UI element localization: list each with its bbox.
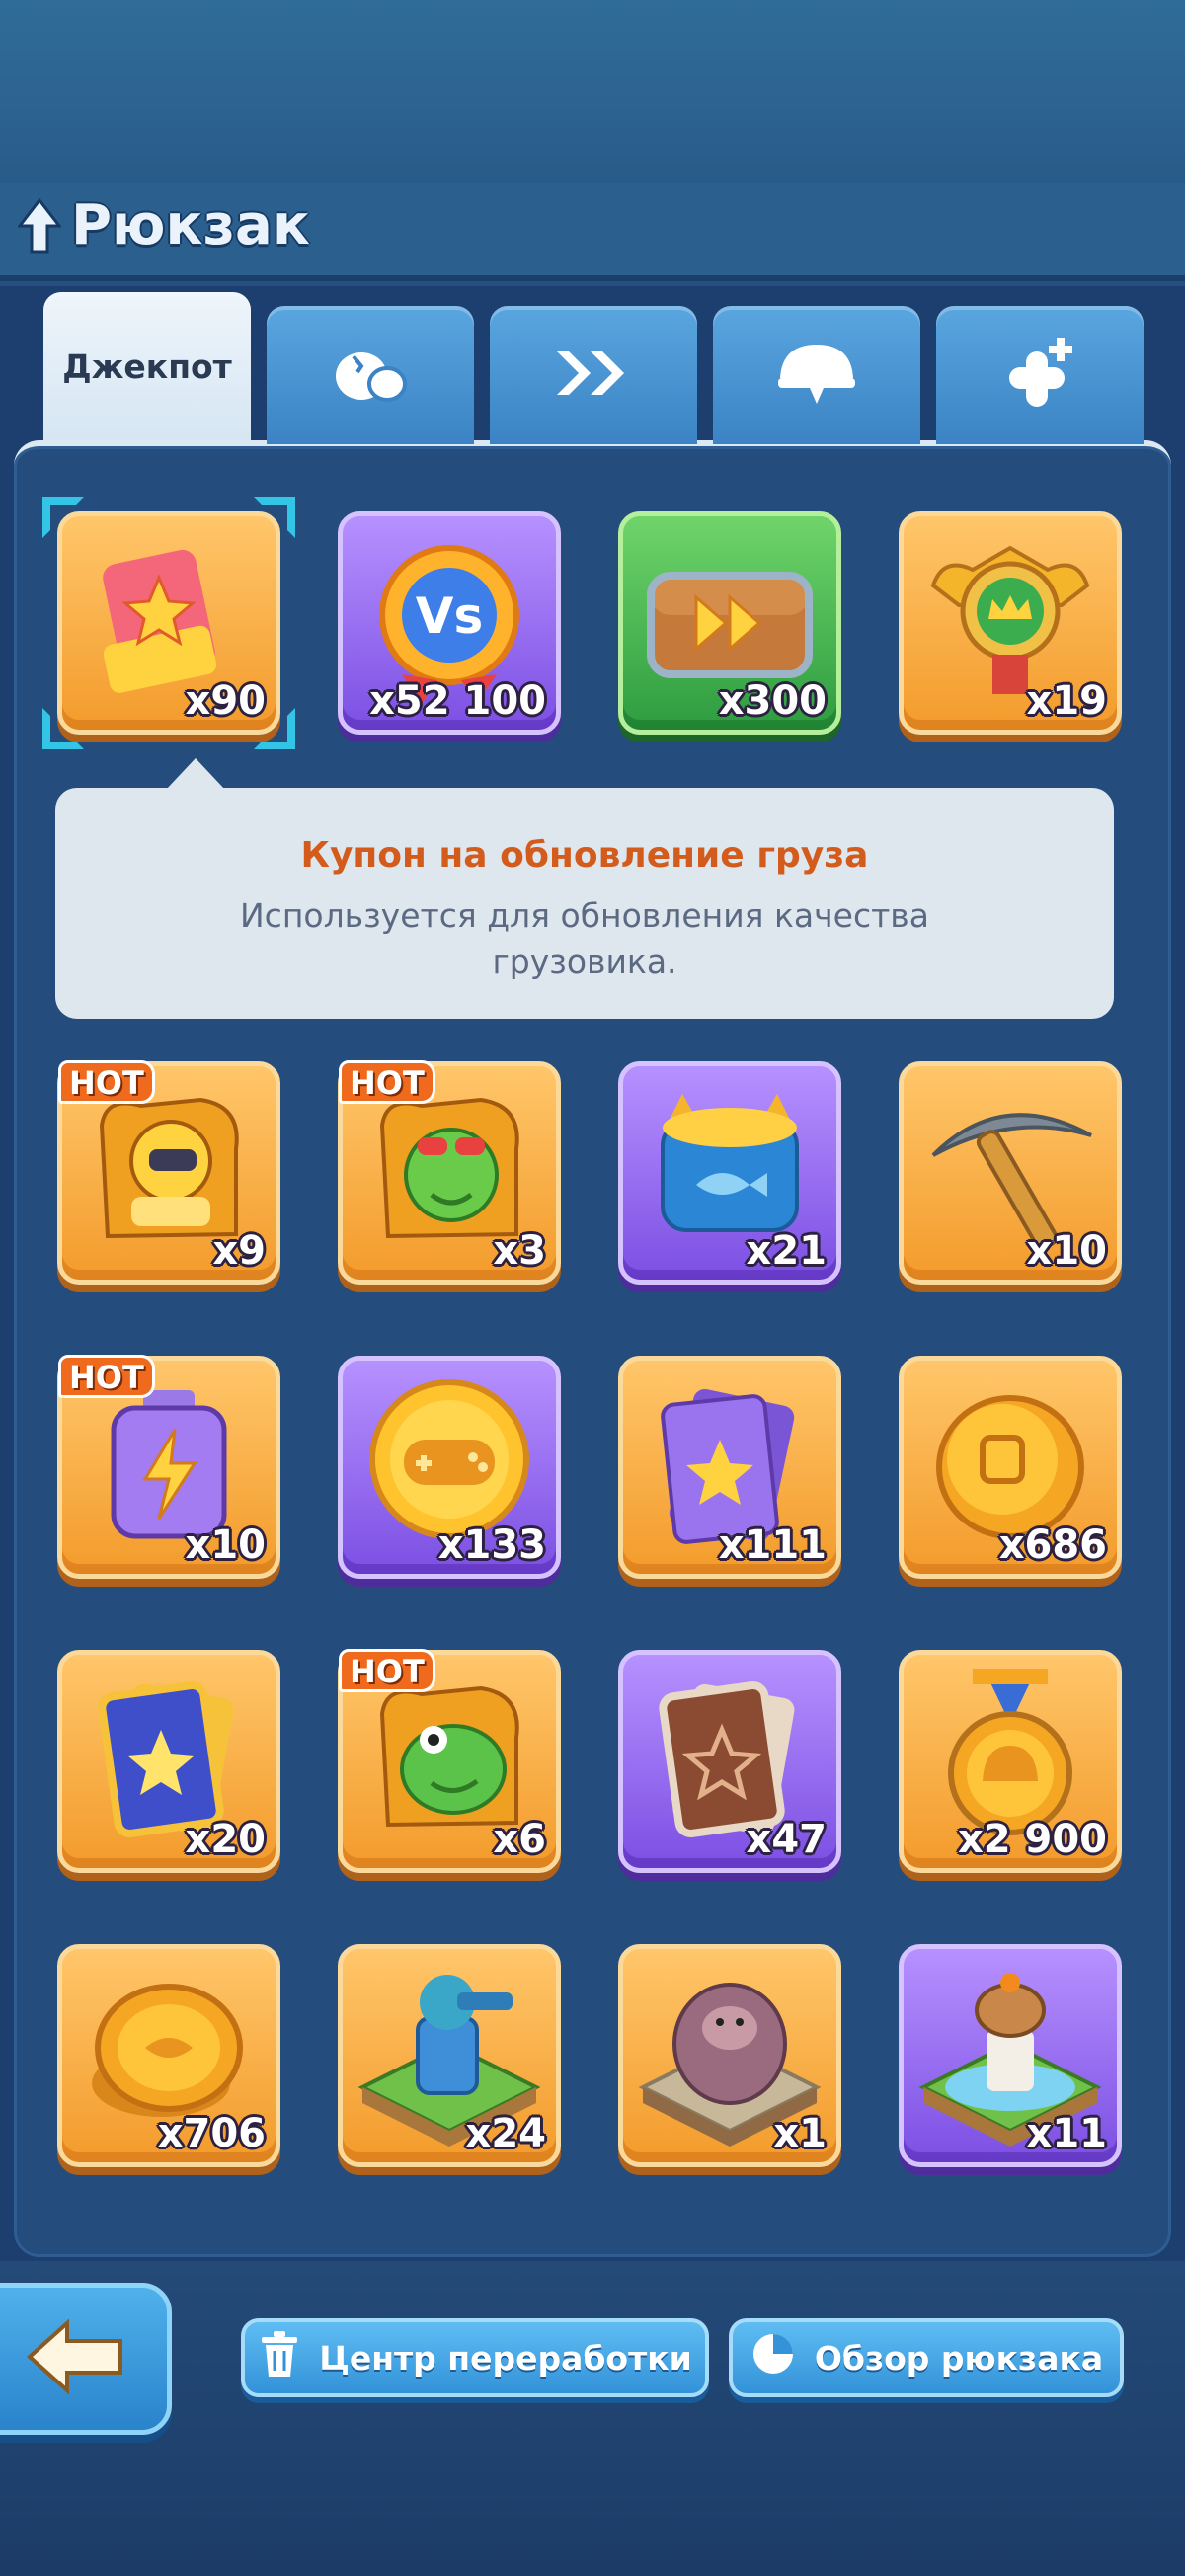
tab-healing[interactable] bbox=[936, 306, 1144, 444]
recycle-center-label: Центр переработки bbox=[319, 2338, 692, 2378]
item-count: x24 bbox=[465, 2111, 546, 2156]
tab-eggs[interactable] bbox=[267, 306, 474, 444]
item-count: x6 bbox=[493, 1817, 546, 1862]
item-count: x10 bbox=[1026, 1228, 1107, 1274]
backpack-overview-label: Обзор рюкзака bbox=[814, 2338, 1104, 2378]
item-slot[interactable]: HOT x6 bbox=[338, 1649, 561, 1873]
item-slot[interactable]: x19 bbox=[899, 511, 1122, 735]
footer-bar bbox=[0, 2261, 1185, 2576]
item-slot[interactable]: x24 bbox=[338, 1944, 561, 2167]
item-count: x9 bbox=[212, 1228, 266, 1274]
selection-corner bbox=[42, 708, 84, 749]
tooltip-description: Используется для обновления качества гру… bbox=[240, 897, 929, 980]
backpack-overview-button[interactable]: Обзор рюкзака bbox=[729, 2318, 1124, 2397]
item-slot[interactable]: HOT x9 bbox=[57, 1060, 280, 1285]
back-arrow-icon bbox=[22, 2317, 130, 2400]
item-slot[interactable]: x300 bbox=[618, 511, 841, 735]
item-count: x133 bbox=[437, 1522, 546, 1568]
item-slot[interactable]: x111 bbox=[618, 1356, 841, 1579]
item-row: x90 Vs x52 100 x300 x19 bbox=[42, 497, 1122, 749]
item-slot[interactable]: HOT x3 bbox=[338, 1060, 561, 1285]
item-slot[interactable]: x133 bbox=[338, 1356, 561, 1579]
tab-jackpot-label: Джекпот bbox=[62, 347, 232, 386]
item-count: x686 bbox=[998, 1522, 1107, 1568]
selection-corner bbox=[254, 708, 295, 749]
item-count: x706 bbox=[157, 2111, 266, 2156]
item-row: x20 HOT x6 x47 x2 900 bbox=[57, 1649, 1122, 1873]
item-slot[interactable]: HOT x10 bbox=[57, 1355, 280, 1579]
item-count: x3 bbox=[493, 1228, 546, 1274]
up-arrow-icon bbox=[18, 197, 61, 254]
page-title: Рюкзак bbox=[71, 194, 310, 258]
item-count: x111 bbox=[718, 1522, 827, 1568]
recycle-center-button[interactable]: Центр переработки bbox=[241, 2318, 709, 2397]
item-count: x20 bbox=[185, 1817, 266, 1862]
item-count: x10 bbox=[185, 1522, 266, 1568]
bandage-plus-icon bbox=[995, 334, 1084, 417]
item-slot[interactable]: x47 bbox=[618, 1650, 841, 1873]
page-header: Рюкзак bbox=[18, 194, 310, 258]
item-slot[interactable]: x706 bbox=[57, 1944, 280, 2167]
item-count: x1 bbox=[773, 2111, 827, 2156]
item-tooltip: Купон на обновление груза Используется д… bbox=[55, 758, 1114, 1019]
item-row: HOT x10 x133 x111 x686 bbox=[57, 1355, 1122, 1579]
pie-chart-icon bbox=[750, 2330, 797, 2385]
hot-badge: HOT bbox=[58, 1060, 155, 1104]
svg-text:Vs: Vs bbox=[416, 587, 483, 645]
egg-icon bbox=[326, 339, 415, 412]
speed-up-icon bbox=[549, 344, 638, 407]
item-slot[interactable]: x90 bbox=[42, 497, 295, 749]
item-count: x2 900 bbox=[957, 1817, 1107, 1862]
item-slot[interactable]: x21 bbox=[618, 1061, 841, 1285]
item-slot[interactable]: x20 bbox=[57, 1650, 280, 1873]
trash-can-icon bbox=[258, 2329, 301, 2386]
item-slot[interactable]: x11 bbox=[899, 1944, 1122, 2167]
tab-jackpot[interactable]: Джекпот bbox=[43, 292, 251, 440]
item-count: x47 bbox=[746, 1817, 827, 1862]
hot-badge: HOT bbox=[339, 1649, 435, 1692]
selection-corner bbox=[42, 497, 84, 538]
back-button[interactable] bbox=[0, 2283, 172, 2435]
helmet-icon bbox=[772, 339, 861, 412]
item-slot[interactable]: x1 bbox=[618, 1944, 841, 2167]
item-count: x21 bbox=[746, 1228, 827, 1274]
item-row: HOT x9 HOT x3 x21 x10 bbox=[57, 1060, 1122, 1285]
tab-equipment[interactable] bbox=[713, 306, 920, 444]
item-count: x300 bbox=[718, 678, 827, 724]
item-slot[interactable]: x2 900 bbox=[899, 1650, 1122, 1873]
item-row: x706 x24 x1 x11 bbox=[57, 1944, 1122, 2167]
selection-corner bbox=[254, 497, 295, 538]
category-tabs: Джекпот bbox=[43, 292, 1144, 444]
item-count: x52 100 bbox=[369, 678, 546, 724]
hot-badge: HOT bbox=[339, 1060, 435, 1104]
hot-badge: HOT bbox=[58, 1355, 155, 1398]
item-count: x19 bbox=[1026, 678, 1107, 724]
item-slot[interactable]: x686 bbox=[899, 1356, 1122, 1579]
item-slot[interactable]: x10 bbox=[899, 1061, 1122, 1285]
item-count: x11 bbox=[1026, 2111, 1107, 2156]
tooltip-title: Купон на обновление груза bbox=[300, 835, 869, 876]
tab-speedups[interactable] bbox=[490, 306, 697, 444]
item-slot[interactable]: Vs x52 100 bbox=[338, 511, 561, 735]
